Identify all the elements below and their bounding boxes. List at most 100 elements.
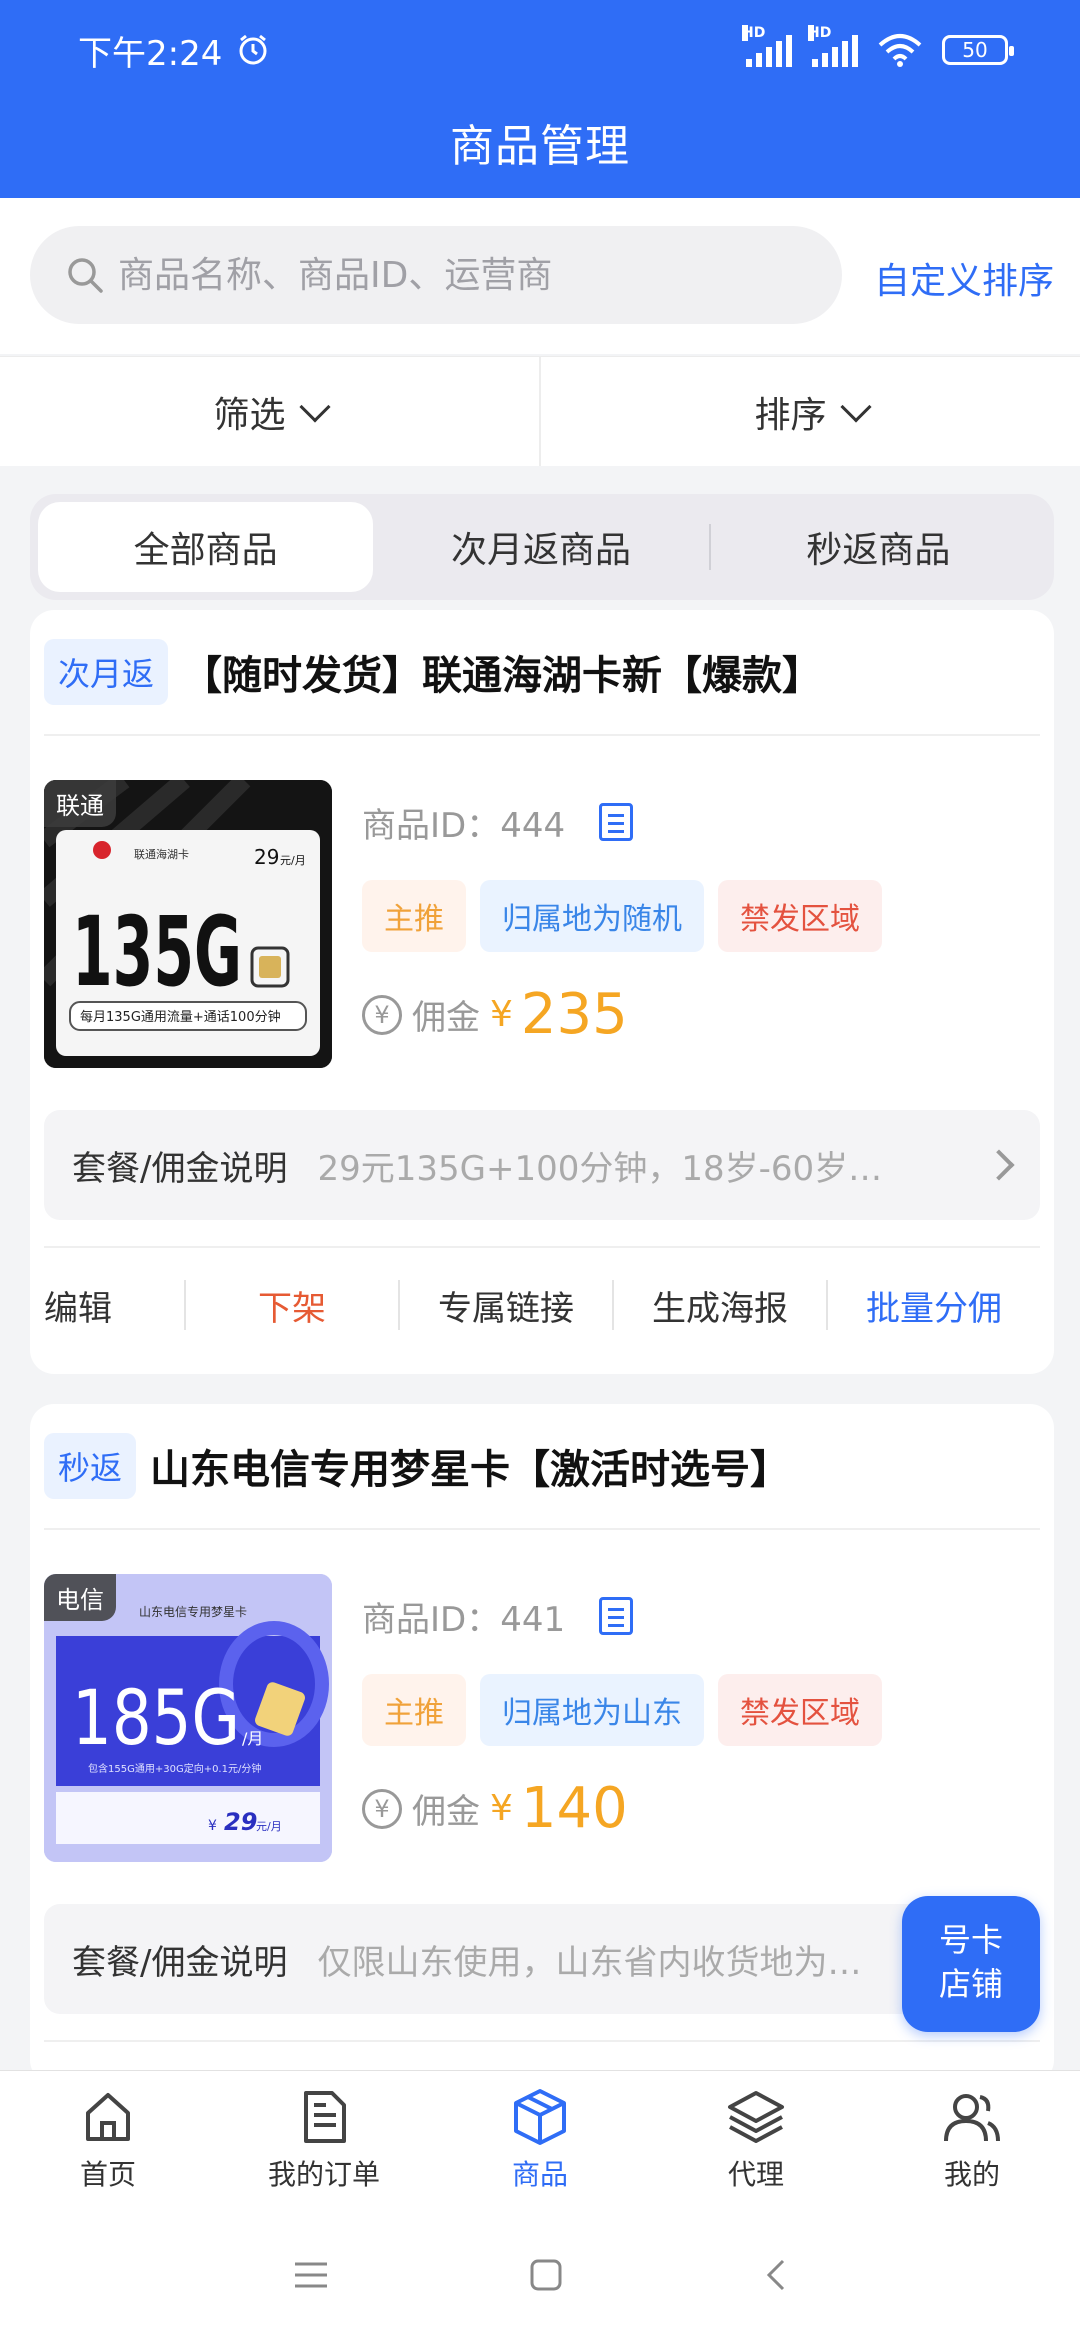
system-nav-bar [0, 2210, 1080, 2340]
yen-coin-icon: ¥ [362, 1788, 402, 1829]
copy-icon[interactable] [599, 803, 634, 841]
currency-symbol: ¥ [490, 994, 513, 1035]
status-bar: 下午2:24 HD HD 50 [78, 25, 1014, 74]
currency-symbol: ¥ [490, 1788, 513, 1829]
action-bar: 编辑 下架 专属链接 生成海报 批量分佣 [30, 1265, 1054, 1345]
return-type-badge: 秒返 [44, 1433, 137, 1499]
svg-text:联通海湖卡: 联通海湖卡 [134, 847, 189, 861]
svg-text:每月135G通用流量+通话100分钟: 每月135G通用流量+通话100分钟 [80, 1009, 281, 1025]
commission-row: ¥ 佣金 ¥ 235 [362, 982, 1034, 1047]
divider [44, 734, 1040, 736]
nav-label: 首页 [79, 2158, 136, 2191]
batch-commission-button[interactable]: 批量分佣 [828, 1281, 1040, 1330]
tab-all-products[interactable]: 全部商品 [38, 502, 374, 592]
svg-text:山东电信专用梦星卡: 山东电信专用梦星卡 [139, 1604, 247, 1619]
commission-label: 佣金 [412, 998, 480, 1038]
custom-sort-link[interactable]: 自定义排序 [874, 252, 1054, 304]
nav-label: 代理 [727, 2158, 784, 2191]
search-input[interactable] [118, 254, 798, 296]
signal-icon: HD [742, 25, 792, 67]
package-description-row[interactable]: 套餐/佣金说明 29元135G+100分钟，18岁-60岁… [44, 1110, 1040, 1220]
svg-text:185G: 185G [72, 1673, 240, 1762]
commission-label: 佣金 [412, 1792, 480, 1832]
product-image: 电信 山东电信专用梦星卡 185G /月 包含155G通用+30G定向+0.1元… [44, 1574, 332, 1862]
svg-text:元/月: 元/月 [280, 854, 306, 867]
alarm-icon [239, 34, 267, 65]
edit-button[interactable]: 编辑 [44, 1281, 184, 1330]
tag-featured: 主推 [362, 1674, 466, 1746]
nav-products[interactable]: 商品 [432, 2071, 648, 2210]
nav-home[interactable]: 首页 [0, 2071, 216, 2210]
document-icon [304, 2091, 346, 2143]
chevron-down-icon [298, 390, 331, 423]
desc-text: 29元135G+100分钟，18岁-60岁… [317, 1148, 883, 1189]
product-card[interactable]: 次月返 【随时发货】联通海湖卡新【爆款】 联通 联通海湖卡 29 元/月 135… [30, 610, 1054, 1374]
search-box[interactable] [30, 226, 842, 324]
svg-text:135G: 135G [72, 896, 242, 1008]
signal-icon: HD [808, 25, 858, 67]
package-description-row[interactable]: 套餐/佣金说明 仅限山东使用，山东省内收货地为… [44, 1904, 1040, 2014]
nav-mine[interactable]: 我的 [864, 2071, 1080, 2210]
nav-label: 我的 [943, 2158, 1000, 2191]
exclusive-link-button[interactable]: 专属链接 [400, 1281, 612, 1330]
sort-label: 排序 [754, 394, 827, 436]
product-card[interactable]: 秒返 山东电信专用梦星卡【激活时选号】 电信 山东电信专用梦星卡 185G /月… [30, 1404, 1054, 2084]
fab-line1: 号卡 [938, 1921, 1003, 1959]
fab-line2: 店铺 [938, 1965, 1003, 2003]
chevron-down-icon [839, 390, 872, 423]
box-icon [514, 2089, 566, 2145]
svg-text:¥: ¥ [208, 1818, 217, 1834]
search-area: 自定义排序 [0, 198, 1080, 354]
tag-restricted-area[interactable]: 禁发区域 [718, 880, 882, 952]
svg-text:29: 29 [224, 1808, 257, 1836]
filter-dropdown[interactable]: 筛选 [0, 357, 539, 466]
generate-poster-button[interactable]: 生成海报 [614, 1281, 826, 1330]
tag-restricted-area[interactable]: 禁发区域 [718, 1674, 882, 1746]
tag-region: 归属地为随机 [480, 880, 704, 952]
filter-label: 筛选 [213, 394, 286, 436]
search-icon [68, 258, 103, 293]
desc-label: 套餐/佣金说明 [72, 1942, 288, 1983]
nav-agent[interactable]: 代理 [648, 2071, 864, 2210]
nav-orders[interactable]: 我的订单 [216, 2071, 432, 2210]
commission-amount: 235 [520, 982, 628, 1047]
nav-label: 我的订单 [267, 2158, 380, 2191]
home-icon [86, 2093, 130, 2141]
copy-icon[interactable] [599, 1597, 634, 1635]
commission-amount: 140 [520, 1776, 628, 1841]
app-header: 下午2:24 HD HD 50 商品管理 [0, 0, 1080, 198]
product-image: 联通 联通海湖卡 29 元/月 135G 每月135G通用流量+通话100分钟 [44, 780, 332, 1068]
filter-bar: 筛选 排序 [0, 356, 1080, 466]
sort-dropdown[interactable]: 排序 [541, 357, 1080, 466]
delist-button[interactable]: 下架 [186, 1281, 398, 1330]
svg-text:元/月: 元/月 [256, 1820, 282, 1833]
tag-featured: 主推 [362, 880, 466, 952]
status-time: 下午2:24 [78, 33, 223, 74]
svg-text:包含155G通用+30G定向+0.1元/分钟: 包含155G通用+30G定向+0.1元/分钟 [88, 1762, 261, 1775]
menu-icon[interactable] [293, 2260, 329, 2290]
carrier-tag: 联通 [44, 780, 116, 827]
divider [44, 1246, 1040, 1248]
product-title: 【随时发货】联通海湖卡新【爆款】 [182, 653, 823, 699]
product-title: 山东电信专用梦星卡【激活时选号】 [150, 1447, 791, 1493]
yen-coin-icon: ¥ [362, 994, 402, 1035]
divider [44, 1528, 1040, 1530]
product-tabs: 全部商品 次月返商品 秒返商品 [30, 494, 1054, 600]
back-icon[interactable] [763, 2258, 787, 2292]
tag-region: 归属地为山东 [480, 1674, 704, 1746]
divider [44, 2040, 1040, 2042]
svg-text:/月: /月 [242, 1729, 263, 1748]
desc-label: 套餐/佣金说明 [72, 1148, 288, 1189]
home-square-icon[interactable] [529, 2258, 563, 2292]
card-shop-button[interactable]: 号卡 店铺 [902, 1896, 1040, 2032]
bottom-nav: 首页 我的订单 商品 代理 我的 [0, 2070, 1080, 2210]
product-id: 商品ID：441 [362, 1599, 566, 1640]
battery-icon: 50 [942, 35, 1014, 65]
svg-text:29: 29 [254, 845, 279, 869]
tab-next-month-return[interactable]: 次月返商品 [373, 502, 708, 592]
page-title: 商品管理 [450, 121, 630, 172]
nav-label: 商品 [511, 2158, 568, 2191]
chevron-right-icon [983, 1149, 1015, 1181]
layers-icon [728, 2091, 784, 2143]
tab-instant-return[interactable]: 秒返商品 [711, 502, 1046, 592]
